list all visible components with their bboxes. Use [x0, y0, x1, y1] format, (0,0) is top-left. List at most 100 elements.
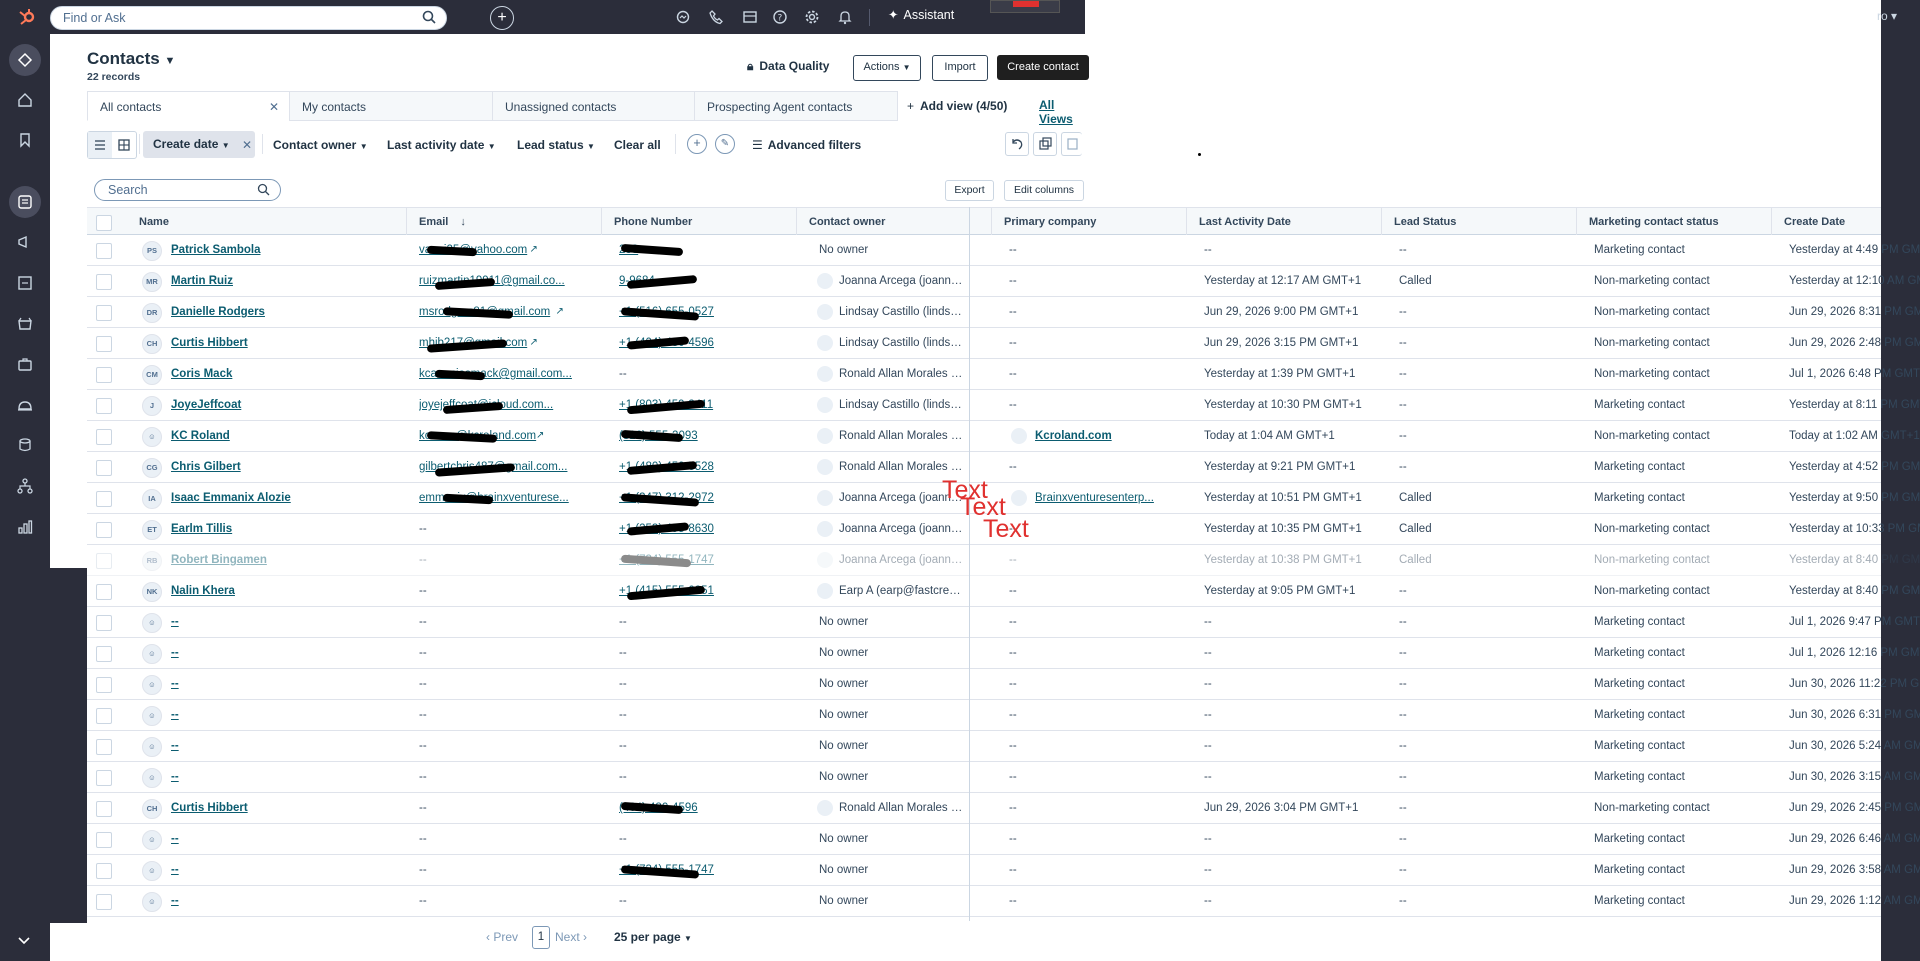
board-view-icon[interactable]	[112, 132, 136, 158]
table-row[interactable]: RBRobert Bingamen--+1 (734) 555-1747Joan…	[87, 545, 1920, 576]
global-search-input[interactable]: Find or Ask	[50, 6, 447, 30]
row-checkbox[interactable]	[96, 584, 112, 600]
contact-owner-cell[interactable]: No owner	[819, 762, 965, 793]
contact-name-link[interactable]: Curtis Hibbert	[171, 793, 321, 824]
contact-owner-cell[interactable]: No owner	[819, 700, 965, 731]
row-checkbox[interactable]	[96, 491, 112, 507]
table-row[interactable]: ☺----+1 (734) 555-1747No owner------Mark…	[87, 855, 1920, 886]
contact-name-link[interactable]: Nalin Khera	[171, 576, 321, 607]
contact-owner-cell[interactable]: Earp A (earp@fastcredi...	[839, 576, 965, 607]
row-checkbox[interactable]	[96, 274, 112, 290]
tab-all-contacts[interactable]: All contacts ✕	[87, 91, 290, 121]
contact-owner-filter[interactable]: Contact owner ▼	[273, 138, 368, 152]
create-contact-button[interactable]: Create contact	[997, 55, 1089, 80]
lead-status-filter[interactable]: Lead status ▼	[517, 138, 595, 152]
row-checkbox[interactable]	[96, 894, 112, 910]
commerce-store-icon[interactable]	[16, 315, 34, 333]
edit-pencil-icon[interactable]: ✎	[715, 134, 735, 154]
row-checkbox[interactable]	[96, 522, 112, 538]
column-header-lead-status[interactable]: Lead Status	[1382, 208, 1577, 236]
edit-columns-button[interactable]: Edit columns	[1004, 180, 1084, 201]
phone-icon[interactable]	[708, 9, 724, 25]
table-row[interactable]: ☺ -- -- -- No owner -- -- -- Marketing contact Ju…	[87, 669, 1920, 700]
column-header-email[interactable]: Email ↓	[407, 208, 602, 236]
contact-name-link[interactable]: Robert Bingamen	[171, 545, 321, 576]
account-menu[interactable]: ro ▾	[1877, 9, 1897, 23]
all-views-link[interactable]: All Views	[1039, 98, 1085, 126]
table-search-input[interactable]: Search	[94, 179, 281, 201]
contact-owner-cell[interactable]: Lindsay Castillo (lindsay...	[839, 328, 965, 359]
contact-name-link[interactable]: Isaac Emmanix Alozie	[171, 483, 321, 514]
contact-name-link[interactable]: --	[171, 855, 321, 886]
last-activity-date-filter[interactable]: Last activity date ▼	[387, 138, 496, 152]
column-header-create-date[interactable]: Create Date	[1772, 208, 1881, 236]
bookmark-diamond-icon[interactable]	[16, 51, 34, 69]
contact-owner-cell[interactable]: No owner	[819, 235, 965, 266]
contact-owner-cell[interactable]: Lindsay Castillo (lindsay...	[839, 390, 965, 421]
add-view-button[interactable]: + Add view (4/50)	[907, 99, 1007, 113]
contact-name-link[interactable]: Martin Ruiz	[171, 266, 321, 297]
contact-name-link[interactable]: Chris Gilbert	[171, 452, 321, 483]
contact-owner-cell[interactable]: Joanna Arcega (joanna...	[839, 514, 965, 545]
help-icon[interactable]: ?	[772, 9, 788, 25]
save-view-icon[interactable]	[1061, 132, 1082, 156]
list-view-icon[interactable]	[88, 132, 112, 158]
table-row[interactable]: JJoyeJeffcoatjoyejeffcoat@icloud.com...+…	[87, 390, 1920, 421]
marketplace-icon[interactable]	[742, 9, 758, 25]
select-all-checkbox[interactable]	[96, 215, 112, 231]
table-row[interactable]: DRDanielle Rodgersmsrodgers81@gmail.com↗…	[87, 297, 1920, 328]
row-checkbox[interactable]	[96, 429, 112, 445]
external-link-icon[interactable]: ↗	[530, 328, 538, 358]
remove-filter-close-icon[interactable]: ✕	[242, 138, 252, 152]
export-button[interactable]: Export	[945, 180, 994, 201]
contact-owner-cell[interactable]: No owner	[819, 886, 965, 917]
row-checkbox[interactable]	[96, 615, 112, 631]
contact-owner-cell[interactable]: Lindsay Castillo (lindsay...	[839, 297, 965, 328]
content-icon[interactable]	[16, 274, 34, 292]
contact-name-link[interactable]: Earlm Tillis	[171, 514, 321, 545]
column-header-marketing-contact-status[interactable]: Marketing contact status	[1577, 208, 1772, 236]
column-header-contact-owner[interactable]: Contact owner	[797, 208, 992, 236]
column-header-primary-company[interactable]: Primary company	[992, 208, 1187, 236]
bookmark-icon[interactable]	[16, 131, 34, 149]
reporting-chart-icon[interactable]	[16, 518, 34, 536]
column-header-name[interactable]: Name	[127, 208, 407, 236]
undo-icon[interactable]	[1005, 132, 1029, 156]
calling-icon[interactable]	[675, 9, 691, 25]
contact-owner-cell[interactable]: Ronald Allan Morales (r...	[839, 793, 965, 824]
primary-company-link[interactable]: Brainxventuresenterp...	[1035, 483, 1165, 514]
row-checkbox[interactable]	[96, 739, 112, 755]
table-row[interactable]: CHCurtis Hibbertmhib217@gmail.com↗+1 (40…	[87, 328, 1920, 359]
contact-name-link[interactable]: JoyeJeffcoat	[171, 390, 321, 421]
table-row[interactable]: NKNalin Khera--+1 (415) 555-0851Earp A (…	[87, 576, 1920, 607]
actions-button[interactable]: Actions ▼	[853, 55, 921, 81]
contact-owner-cell[interactable]: Joanna Arcega (joanna...	[839, 545, 965, 576]
contact-name-link[interactable]: Coris Mack	[171, 359, 321, 390]
table-row[interactable]: ☺ -- -- -- No owner -- -- -- Marketing contact Ju…	[87, 607, 1920, 638]
sales-briefcase-icon[interactable]	[16, 355, 34, 373]
clear-all-button[interactable]: Clear all	[614, 138, 661, 152]
contact-owner-cell[interactable]: Ronald Allan Morales (r...	[839, 359, 965, 390]
contact-owner-cell[interactable]: Ronald Allan Morales (r...	[839, 421, 965, 452]
contact-name-link[interactable]: --	[171, 607, 321, 638]
home-icon[interactable]	[16, 91, 34, 109]
create-new-button[interactable]: +	[490, 6, 514, 30]
settings-gear-icon[interactable]	[804, 9, 820, 25]
table-row[interactable]: ☺ -- -- -- No owner -- -- -- Marketing contact Ju…	[87, 731, 1920, 762]
external-link-icon[interactable]: ↗	[536, 421, 544, 451]
external-link-icon[interactable]: ↗	[556, 297, 564, 327]
contact-name-link[interactable]: Danielle Rodgers	[171, 297, 321, 328]
row-checkbox[interactable]	[96, 305, 112, 321]
table-row[interactable]: CM Coris Mack kcammiasmack@gmail.com... -- R…	[87, 359, 1920, 390]
row-checkbox[interactable]	[96, 460, 112, 476]
contact-owner-cell[interactable]: No owner	[819, 824, 965, 855]
service-bell-icon[interactable]	[16, 396, 34, 414]
table-row[interactable]: ☺KC Rolandkcmmo@kcroland.com↗(816) 555-2…	[87, 421, 1920, 452]
assistant-button[interactable]: ✦ Assistant	[888, 7, 954, 22]
notifications-bell-icon[interactable]	[837, 9, 853, 25]
row-checkbox[interactable]	[96, 677, 112, 693]
automation-icon[interactable]	[16, 477, 34, 495]
table-row[interactable]: PSPatrick Sambolavanai25@yahoo.com↗233No…	[87, 235, 1920, 266]
table-row[interactable]: ☺ -- -- -- No owner -- -- -- Marketing contact Ju…	[87, 824, 1920, 855]
row-checkbox[interactable]	[96, 398, 112, 414]
